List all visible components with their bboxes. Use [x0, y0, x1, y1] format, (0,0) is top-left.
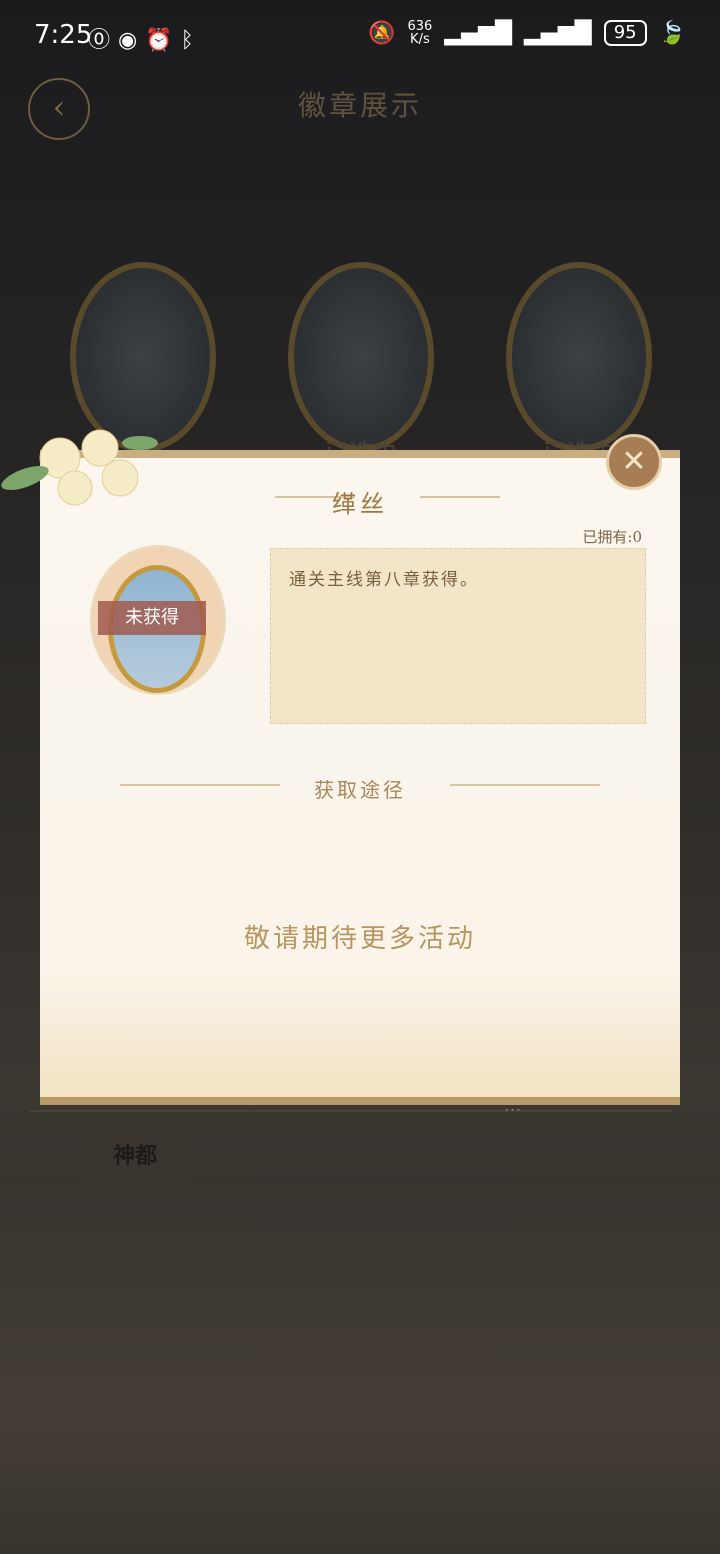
- owned-count: 已拥有:0: [582, 528, 642, 546]
- bluetooth-icon: ᛒ: [180, 28, 202, 53]
- hotspot-icon: ◉: [118, 28, 146, 53]
- badge-status-stamp: 未获得: [98, 601, 206, 635]
- network-speed: 636 K/s: [407, 19, 433, 47]
- flower-decoration-icon: [1, 429, 158, 506]
- background-panel-edge: [30, 1110, 672, 1112]
- badge-preview: 未获得: [70, 545, 240, 695]
- status-icons: ⓪◉⏰ᛒ: [88, 22, 202, 54]
- palace-scenery: [0, 1180, 720, 1554]
- page-title: 徽章展示: [297, 89, 422, 122]
- mute-icon: 🔕: [368, 20, 396, 46]
- close-button[interactable]: ✕: [606, 434, 662, 490]
- badge-slot-phoenix[interactable]: 已选中: [506, 262, 652, 467]
- signal-icon: ▂▄▆█: [444, 20, 512, 46]
- alarm-icon: ⏰: [145, 28, 181, 53]
- status-time: 7:25: [34, 20, 93, 50]
- acquire-empty-text: 敬请期待更多活动: [243, 924, 476, 954]
- signal-icon-2: ▂▄▆█: [524, 20, 592, 46]
- badge-slot-pendant[interactable]: 已选中: [288, 262, 434, 467]
- title-ornament-right: [420, 496, 500, 498]
- status-bar: 7:25 ⓪◉⏰ᛒ 🔕 636 K/s ▂▄▆█ ▂▄▆█ 95 🍃: [0, 0, 720, 72]
- battery-indicator: 95: [603, 20, 647, 46]
- badge-description: 通关主线第八章获得。: [289, 570, 479, 590]
- hd-icon: ⓪: [88, 28, 119, 53]
- city-label[interactable]: 神都: [70, 1132, 200, 1180]
- section-ornament-right: [450, 784, 600, 786]
- leaf-icon: 🍃: [658, 20, 686, 46]
- acquire-section-title: 获取途径: [314, 778, 406, 802]
- description-box: 通关主线第八章获得。: [270, 548, 646, 724]
